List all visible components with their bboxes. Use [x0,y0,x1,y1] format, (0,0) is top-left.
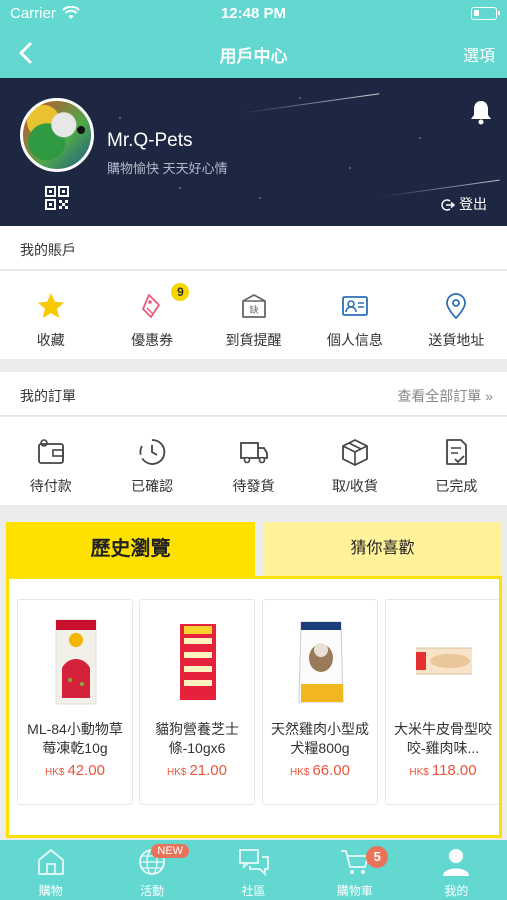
cart-count-badge: 5 [366,846,389,868]
tab-label: 購物 [38,884,63,898]
product-image [180,624,216,700]
id-card-icon [342,296,368,316]
coupon-icon [142,294,161,318]
product-image [416,647,472,675]
new-badge: NEW [151,844,190,858]
product-card[interactable]: 天然雞肉小型成犬糧800g HK$ 66.00 [262,599,378,805]
battery-icon [471,7,500,20]
home-icon [37,849,64,875]
orders-section-header: 我的訂單 查看全部訂單 » [0,372,507,416]
page-title: 用戶中心 [219,47,288,66]
order-status-label: 取/收貨 [331,478,378,494]
options-button[interactable]: 選項 [463,42,495,66]
avatar[interactable] [20,98,94,172]
clock: 12:48 PM [220,5,287,22]
bottom-tab-bar: 購物 NEW 活動 社區 5 購物車 我的 [0,840,507,900]
account-item-label: 送貨地址 [428,332,485,348]
tab-recommend[interactable]: 猜你喜歡 [263,522,502,576]
tab-cart[interactable]: 5 購物車 [304,840,405,900]
cart-icon [340,850,369,874]
checklist-icon [446,439,468,465]
product-image [298,621,344,703]
clock-icon [139,439,166,465]
box-icon [342,439,368,466]
account-section-label: 我的賬戶 [20,242,76,258]
order-status-label: 已確認 [131,478,174,494]
product-card[interactable]: ML-84小動物草莓凍乾10g HK$ 42.00 [17,599,133,805]
account-item-personal-info[interactable]: 個人信息 [304,271,405,359]
product-price: HK$ 118.00 [409,762,477,779]
product-name: ML-84小動物草莓凍乾10g [27,721,123,756]
order-status-label: 待發貨 [232,478,275,494]
order-status-confirmed[interactable]: 已確認 [101,417,202,505]
wallet-icon [37,439,64,464]
account-item-label: 個人信息 [326,332,383,348]
order-status-pending-payment[interactable]: 待付款 [0,417,101,505]
navigation-bar: 用戶中心 選項 [0,28,507,78]
orders-section-label: 我的訂單 [20,388,76,404]
user-tagline: 購物愉快 天天好心情 [107,161,228,176]
user-icon [443,849,470,876]
tab-community[interactable]: 社區 [203,840,304,900]
logout-icon [441,199,456,211]
account-item-coupons[interactable]: 9 優惠券 [101,271,202,359]
qr-code-icon[interactable] [45,186,69,210]
chat-icon [238,849,269,877]
logout-label: 登出 [459,196,487,212]
product-name: 天然雞肉小型成犬糧800g [271,721,369,756]
tab-events[interactable]: NEW 活動 [101,840,202,900]
coupon-count-badge: 9 [171,283,190,301]
product-name: 貓狗營養芝士條-10gx6 [155,721,239,756]
username: Mr.Q-Pets [107,130,193,151]
view-all-orders-link[interactable]: 查看全部訂單 » [397,386,493,406]
account-item-label: 收藏 [36,332,65,348]
product-price: HK$ 42.00 [45,762,105,779]
order-status-awaiting-shipment[interactable]: 待發貨 [203,417,304,505]
bell-icon[interactable] [467,98,495,126]
logout-button[interactable]: 登出 [441,194,487,214]
product-list: ML-84小動物草莓凍乾10g HK$ 42.00 貓狗營養芝士條-10gx6 H… [6,576,502,838]
account-item-label: 到貨提醒 [225,332,282,348]
tab-shop[interactable]: 購物 [0,840,101,900]
order-status-label: 待付款 [29,478,72,494]
account-item-label: 優惠券 [131,332,174,348]
profile-banner: Mr.Q-Pets 購物愉快 天天好心情 登出 [0,78,507,226]
account-item-address[interactable]: 送貨地址 [406,271,507,359]
order-status-label: 已完成 [435,478,478,494]
product-image [55,619,97,705]
tab-label: 活動 [140,884,165,898]
tab-label: 我的 [444,884,469,898]
tab-label: 購物車 [336,884,373,898]
star-icon [37,293,64,318]
product-card[interactable]: 貓狗營養芝士條-10gx6 HK$ 21.00 [139,599,255,805]
product-price: HK$ 66.00 [290,762,350,779]
order-status-pickup[interactable]: 取/收貨 [304,417,405,505]
account-item-favorites[interactable]: 收藏 [0,271,101,359]
product-price: HK$ 21.00 [167,762,227,779]
tab-history[interactable]: 歷史瀏覽 [6,522,255,576]
tab-label: 社區 [241,884,266,898]
account-section-header: 我的賬戶 [0,226,507,270]
location-pin-icon [446,293,467,320]
stock-alert-icon: 缺 [241,294,266,318]
meteor-streak [240,93,380,114]
status-bar: Carrier 12:48 PM [0,0,507,28]
order-status-shortcuts: 待付款 已確認 待發貨 取/收貨 已完成 [0,417,507,505]
tab-me[interactable]: 我的 [406,840,507,900]
truck-icon [239,442,268,464]
order-status-completed[interactable]: 已完成 [406,417,507,505]
product-name: 大米牛皮骨型咬咬-雞肉味... [394,721,492,756]
browse-section: 歷史瀏覽 猜你喜歡 ML-84小動物草莓凍乾10g HK$ 42.00 貓狗營養… [6,522,502,838]
account-shortcuts: 收藏 9 優惠券 缺 到貨提醒 個人信息 送貨地址 [0,271,507,359]
product-card[interactable]: 大米牛皮骨型咬咬-雞肉味... HK$ 118.00 [385,599,499,805]
svg-text:缺: 缺 [249,304,258,316]
account-item-stock-alert[interactable]: 缺 到貨提醒 [203,271,304,359]
